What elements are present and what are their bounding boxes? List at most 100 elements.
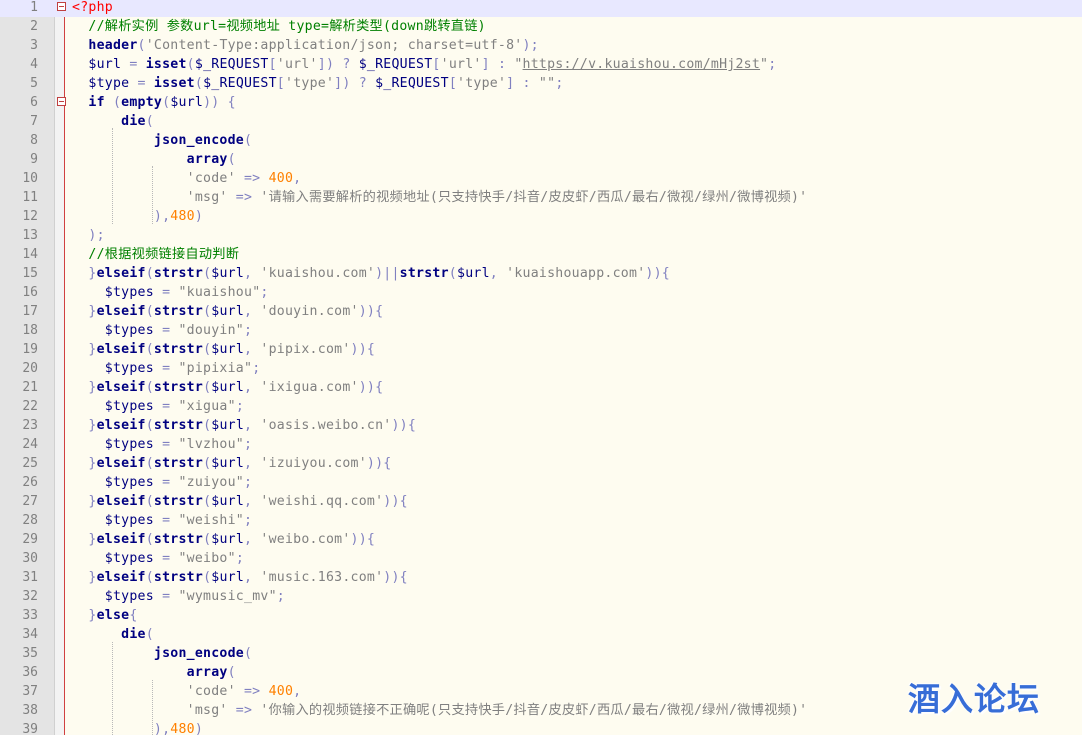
code-line[interactable]: 33 }else{: [0, 606, 1082, 625]
code-token: strstr: [399, 266, 449, 281]
code-token: '你输入的视频链接不正确呢(只支持快手/抖音/皮皮虾/西瓜/最右/微视/绿州/微…: [260, 703, 808, 718]
code-line[interactable]: 18 $types = "douyin";: [0, 321, 1082, 340]
code-token: 'url': [440, 57, 482, 72]
code-line[interactable]: 8 json_encode(: [0, 131, 1082, 150]
code-token: $url: [211, 342, 245, 357]
code-token: (: [145, 570, 154, 585]
code-token: (: [137, 38, 146, 53]
code-token: ,: [293, 684, 302, 699]
code-token: }: [72, 380, 97, 395]
code-line[interactable]: 26 $types = "zuiyou";: [0, 473, 1082, 492]
code-line[interactable]: 19 }elseif(strstr($url, 'pipix.com')){: [0, 340, 1082, 359]
code-line[interactable]: 14 //根据视频链接自动判断: [0, 245, 1082, 264]
code-line[interactable]: 7 die(: [0, 112, 1082, 131]
code-line[interactable]: 16 $types = "kuaishou";: [0, 283, 1082, 302]
fold-collapse-icon[interactable]: [57, 2, 66, 11]
code-token: 'code': [72, 684, 236, 699]
code-token: ,: [244, 494, 261, 509]
code-text: array(: [72, 663, 236, 682]
code-token: array: [72, 665, 228, 680]
code-line[interactable]: 25 }elseif(strstr($url, 'izuiyou.com')){: [0, 454, 1082, 473]
line-number: 37: [22, 684, 38, 699]
code-line[interactable]: 20 $types = "pipixia";: [0, 359, 1082, 378]
code-token: elseif: [96, 456, 146, 471]
code-token: $url: [457, 266, 490, 281]
code-token: ;: [252, 361, 261, 376]
code-text: $types = "wymusic_mv";: [72, 587, 285, 606]
code-line[interactable]: 15 }elseif(strstr($url, 'kuaishou.com')|…: [0, 264, 1082, 283]
code-token: $_REQUEST: [358, 57, 433, 72]
code-token: =>: [235, 684, 269, 699]
code-line[interactable]: 11 'msg' => '请输入需要解析的视频地址(只支持快手/抖音/皮皮虾/西…: [0, 188, 1082, 207]
code-token: '请输入需要解析的视频地址(只支持快手/抖音/皮皮虾/西瓜/最右/微视/绿州/微…: [260, 190, 808, 205]
code-line[interactable]: 4 $url = isset($_REQUEST['url']) ? $_REQ…: [0, 55, 1082, 74]
code-line[interactable]: 23 }elseif(strstr($url, 'oasis.weibo.cn'…: [0, 416, 1082, 435]
code-token: [: [276, 76, 285, 91]
code-token: =>: [227, 703, 261, 718]
code-token: {: [661, 266, 670, 281]
code-token: ;: [260, 285, 269, 300]
code-line[interactable]: 28 $types = "weishi";: [0, 511, 1082, 530]
code-token: elseif: [96, 304, 146, 319]
code-line[interactable]: 3 header('Content-Type:application/json;…: [0, 36, 1082, 55]
code-token: {: [375, 304, 384, 319]
code-line[interactable]: 13 );: [0, 226, 1082, 245]
code-token: $_REQUEST: [203, 76, 277, 91]
code-line[interactable]: 31 }elseif(strstr($url, 'music.163.com')…: [0, 568, 1082, 587]
code-token: 'type': [457, 76, 507, 91]
code-text: $types = "zuiyou";: [72, 473, 252, 492]
code-token: $url: [211, 304, 245, 319]
code-line[interactable]: 1 <?php: [0, 0, 1082, 17]
code-line[interactable]: 39 ),480): [0, 720, 1082, 735]
line-number: 17: [22, 304, 38, 319]
code-token: =: [162, 361, 179, 376]
code-token: $types: [72, 285, 163, 300]
code-line[interactable]: 30 $types = "weibo";: [0, 549, 1082, 568]
code-line[interactable]: 9 array(: [0, 150, 1082, 169]
code-token: elseif: [96, 266, 146, 281]
code-text: }elseif(strstr($url, 'weishi.qq.com')){: [72, 492, 408, 511]
code-line[interactable]: 29 }elseif(strstr($url, 'weibo.com')){: [0, 530, 1082, 549]
code-token: 'Content-Type:application/json; charset=…: [145, 38, 523, 53]
watermark-logo: 酒入论坛: [908, 680, 1041, 718]
line-number: 7: [30, 114, 38, 129]
code-token: $types: [72, 551, 163, 566]
code-line[interactable]: 24 $types = "lvzhou";: [0, 435, 1082, 454]
code-token: 'oasis.weibo.cn': [260, 418, 392, 433]
code-area[interactable]: 1 <?php 2 //解析实例 参数url=视频地址 type=解析类型(down…: [0, 0, 1082, 735]
code-token: ;: [276, 589, 285, 604]
code-line[interactable]: 12 ),480): [0, 207, 1082, 226]
code-token: ;: [244, 323, 253, 338]
code-line[interactable]: 2 //解析实例 参数url=视频地址 type=解析类型(down跳转直链): [0, 17, 1082, 36]
code-line[interactable]: 6 if (empty($url)) {: [0, 93, 1082, 112]
code-line[interactable]: 10 'code' => 400,: [0, 169, 1082, 188]
code-editor[interactable]: 1 <?php 2 //解析实例 参数url=视频地址 type=解析类型(down…: [0, 0, 1082, 735]
code-token: (: [145, 627, 154, 642]
code-line[interactable]: 35 json_encode(: [0, 644, 1082, 663]
code-line[interactable]: 17 }elseif(strstr($url, 'douyin.com')){: [0, 302, 1082, 321]
code-token: }: [72, 266, 97, 281]
code-token: ,: [489, 266, 507, 281]
code-token: $types: [72, 589, 163, 604]
code-line[interactable]: 5 $type = isset($_REQUEST['type']) ? $_R…: [0, 74, 1082, 93]
code-token: $url: [211, 456, 245, 471]
code-line[interactable]: 27 }elseif(strstr($url, 'weishi.qq.com')…: [0, 492, 1082, 511]
code-token: 'douyin.com': [260, 304, 359, 319]
code-token: $types: [72, 437, 163, 452]
code-line[interactable]: 32 $types = "wymusic_mv";: [0, 587, 1082, 606]
code-token: ": [514, 57, 523, 72]
line-number: 19: [22, 342, 38, 357]
code-line[interactable]: 34 die(: [0, 625, 1082, 644]
code-token: 'music.163.com': [260, 570, 384, 585]
code-token: "weishi": [178, 513, 245, 528]
code-token: 'code': [72, 171, 236, 186]
code-line[interactable]: 22 $types = "xigua";: [0, 397, 1082, 416]
code-token: ]) ?: [317, 57, 359, 72]
code-token: $url: [211, 418, 245, 433]
code-text: $types = "xigua";: [72, 397, 244, 416]
code-token: 'url': [276, 57, 318, 72]
line-number: 12: [22, 209, 38, 224]
code-line[interactable]: 21 }elseif(strstr($url, 'ixigua.com')){: [0, 378, 1082, 397]
fold-collapse-icon[interactable]: [57, 97, 66, 106]
code-token: ;: [244, 475, 253, 490]
